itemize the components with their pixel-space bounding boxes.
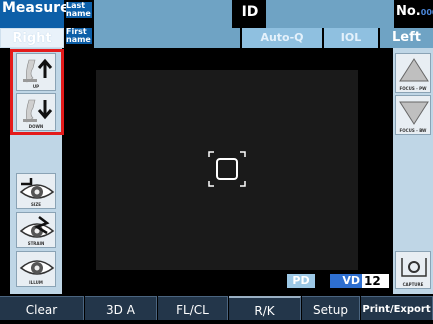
focus-minus-caption: FOCUS - BW xyxy=(399,128,427,133)
right-eye-button[interactable]: Right xyxy=(0,28,64,48)
tab-clear[interactable]: Clear xyxy=(0,296,84,320)
auto-q-button[interactable]: Auto-Q xyxy=(242,28,322,48)
strain-caption: STRAIN xyxy=(27,241,45,246)
vd-value: 12 xyxy=(362,274,389,288)
last-name-label: Last name xyxy=(66,1,92,18)
id-label: ID xyxy=(234,0,266,28)
focus-plus-caption: FOCUS - PW xyxy=(399,86,427,91)
strain-button[interactable]: STRAIN xyxy=(16,212,56,248)
patient-number: No.00000 xyxy=(394,0,433,28)
last-name-field[interactable] xyxy=(94,0,232,28)
capture-caption: CAPTURE xyxy=(402,282,424,287)
tab-r-k[interactable]: R/K xyxy=(229,296,301,320)
first-name-field[interactable] xyxy=(94,28,240,48)
size-button[interactable]: SIZE xyxy=(16,173,56,209)
focus-target-icon xyxy=(208,151,246,187)
tab-fl-cl[interactable]: FL/CL xyxy=(158,296,228,320)
triangle-up-icon xyxy=(399,58,429,82)
left-eye-button[interactable]: Left xyxy=(380,28,433,48)
tab-3d-a[interactable]: 3D A xyxy=(85,296,157,320)
focus-group-highlight xyxy=(10,49,64,135)
camera-viewer[interactable] xyxy=(96,70,358,270)
measure-label: Measure xyxy=(0,0,70,28)
pd-label: PD xyxy=(287,274,315,288)
capture-button[interactable]: CAPTURE xyxy=(395,251,431,289)
triangle-down-icon xyxy=(399,101,429,125)
iol-button[interactable]: IOL xyxy=(324,28,378,48)
tab-print-export[interactable]: Print/Export xyxy=(361,296,433,320)
size-caption: SIZE xyxy=(30,202,41,207)
focus-plus-button[interactable]: FOCUS - PW xyxy=(395,53,431,93)
illum-button[interactable]: ILLUM xyxy=(16,251,56,287)
vd-label: VD xyxy=(330,274,362,288)
capture-icon xyxy=(401,258,427,277)
patient-number-value: 00000 xyxy=(420,8,433,17)
tab-setup[interactable]: Setup xyxy=(302,296,360,320)
illum-caption: ILLUM xyxy=(29,280,43,285)
first-name-label: First name xyxy=(66,27,92,44)
focus-minus-button[interactable]: FOCUS - BW xyxy=(395,95,431,135)
id-field[interactable] xyxy=(266,0,394,28)
